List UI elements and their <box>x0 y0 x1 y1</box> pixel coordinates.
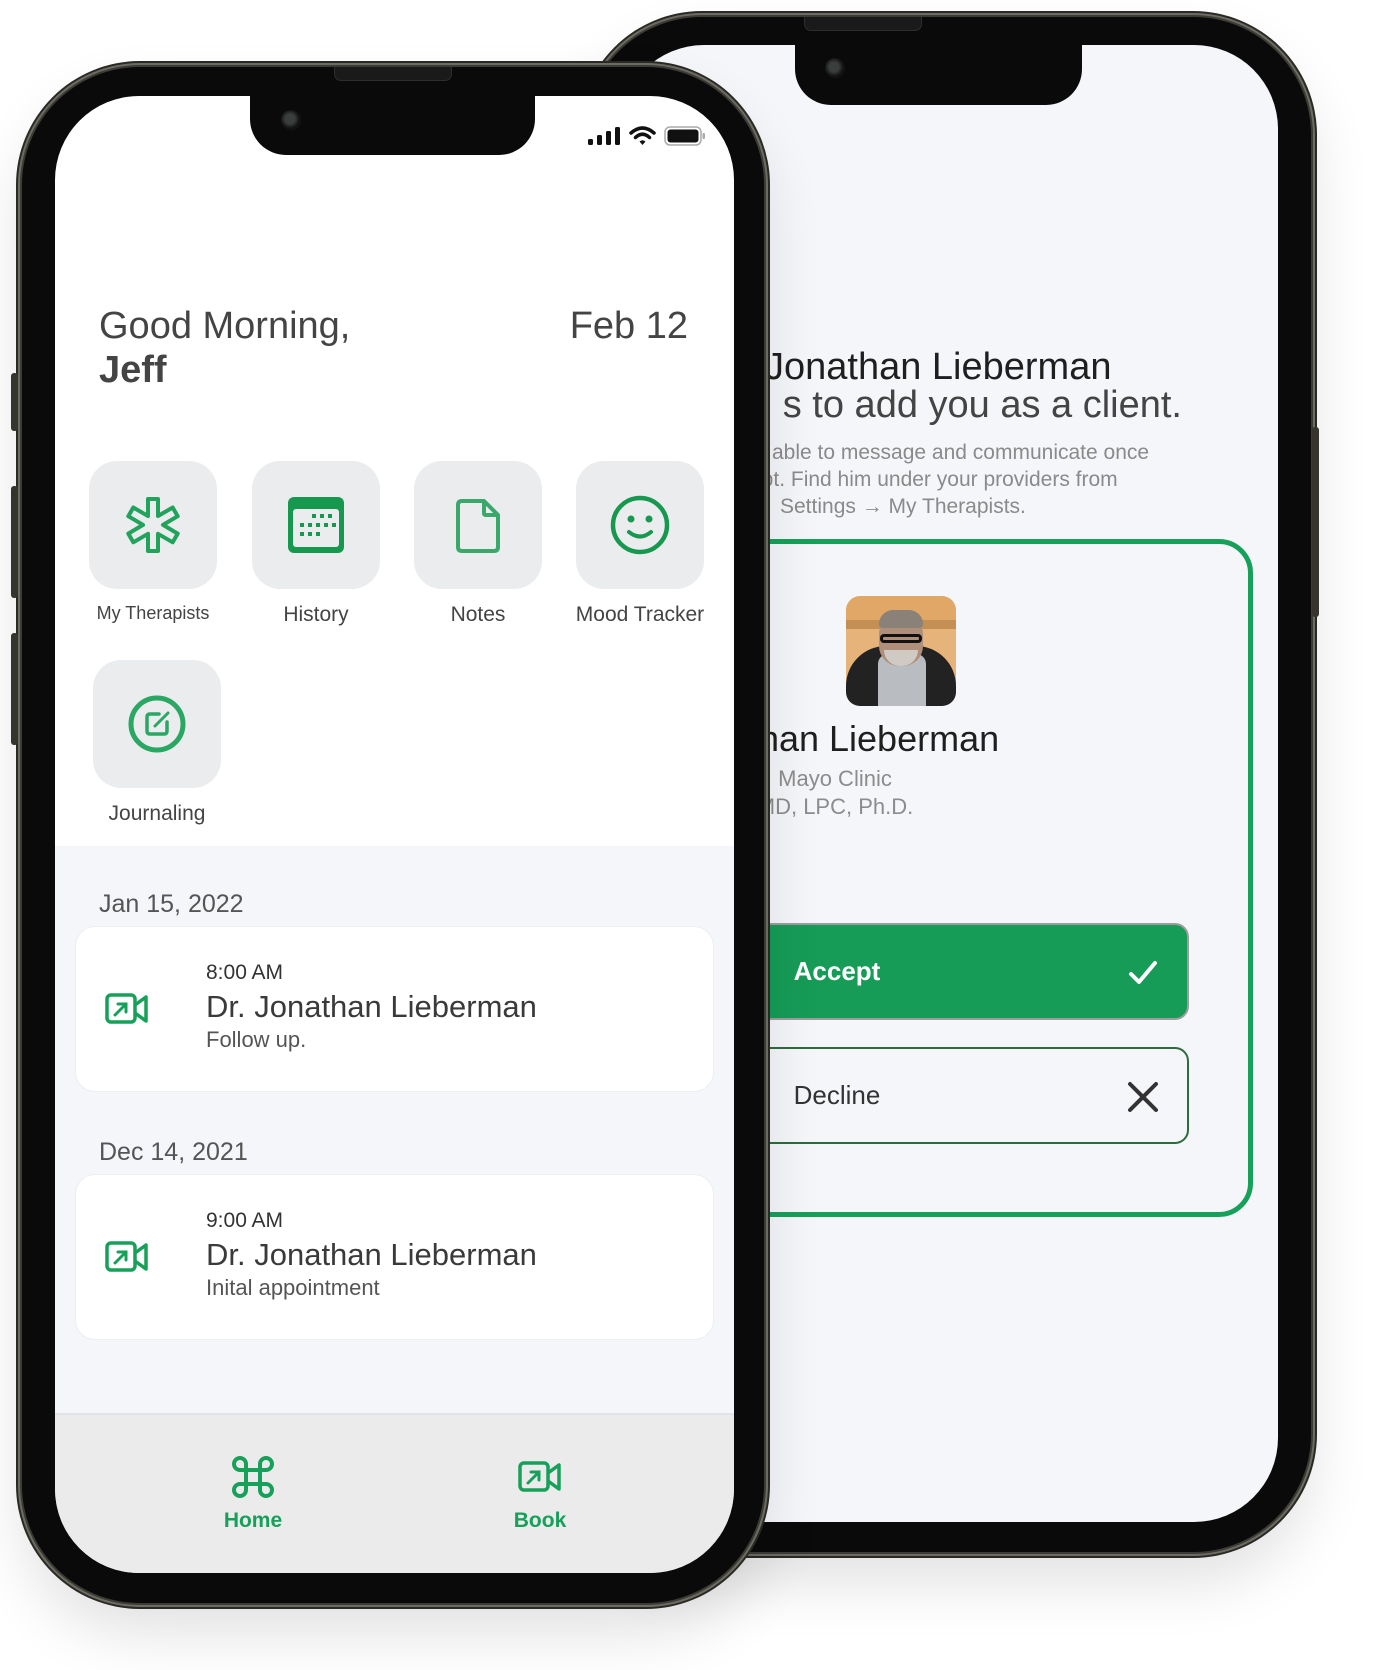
tile-mood-tracker[interactable]: Mood Tracker <box>576 461 704 627</box>
today-date: Feb 12 <box>569 305 688 347</box>
document-icon <box>456 499 500 553</box>
tile-history[interactable]: History <box>252 461 380 627</box>
side-button <box>11 373 18 431</box>
greeting: Good Morning, Jeff <box>99 304 350 392</box>
home-screen: Good Morning, Jeff Feb 12 My Therapists <box>55 96 734 1573</box>
signal-icon <box>588 127 620 145</box>
speaker <box>334 67 452 81</box>
speaker <box>804 17 922 31</box>
close-icon <box>1128 1082 1158 1112</box>
appointment-date: Dec 14, 2021 <box>99 1138 248 1166</box>
therapist-photo <box>846 596 956 706</box>
greeting-text: Good Morning, <box>99 305 351 347</box>
appointment-time: 9:00 AM <box>206 1209 284 1232</box>
tile-label: Mood Tracker <box>575 603 705 626</box>
appointment-note: Follow up. <box>206 1027 307 1052</box>
tile-label: History <box>283 603 349 626</box>
tile-journaling[interactable]: Journaling <box>93 660 221 826</box>
appointments-list: Jan 15, 2022 8:00 AM Dr. Jonathan Lieber… <box>55 846 734 1476</box>
battery-icon <box>664 126 705 146</box>
appointment-doctor: Dr. Jonathan Lieberman <box>206 989 537 1024</box>
invite-description-line: Settings → My Therapists. <box>780 495 1026 518</box>
tile-notes[interactable]: Notes <box>414 461 542 627</box>
side-button <box>11 633 18 745</box>
invite-description-line: able to message and communicate once <box>772 441 1150 464</box>
appointment-card[interactable]: 8:00 AM Dr. Jonathan Lieberman Follow up… <box>75 926 714 1092</box>
video-call-icon <box>518 1461 561 1492</box>
appointment-note: Inital appointment <box>206 1275 380 1300</box>
asterisk-icon <box>126 497 180 553</box>
tab-book[interactable]: Book <box>480 1455 600 1533</box>
user-name: Jeff <box>99 349 167 391</box>
checkmark-icon <box>1129 961 1157 984</box>
side-button <box>11 486 18 598</box>
tile-my-therapists[interactable]: My Therapists <box>89 461 217 624</box>
calendar-icon <box>288 497 344 553</box>
command-icon <box>232 1456 274 1498</box>
smiley-icon <box>610 495 670 555</box>
invite-description-line: ept. Find him under your providers from <box>750 468 1118 491</box>
tile-label: Notes <box>450 603 506 626</box>
notch <box>250 96 535 155</box>
invite-heading-line1: Jonathan Lieberman <box>765 346 1112 388</box>
notch <box>795 45 1082 105</box>
side-button <box>1312 427 1319 617</box>
tab-label: Book <box>513 1509 567 1532</box>
appointment-date: Jan 15, 2022 <box>99 890 244 918</box>
camera-icon <box>281 110 301 130</box>
tile-label: Journaling <box>108 802 206 825</box>
phone-home-screen: Good Morning, Jeff Feb 12 My Therapists <box>11 67 764 1603</box>
status-bar <box>588 126 706 146</box>
video-call-icon <box>105 1241 148 1272</box>
tile-label: My Therapists <box>96 603 210 623</box>
edit-icon <box>128 695 186 753</box>
camera-icon <box>825 58 845 78</box>
appointment-time: 8:00 AM <box>206 961 284 984</box>
tab-label: Home <box>223 1509 283 1532</box>
video-call-icon <box>105 993 148 1024</box>
appointment-doctor: Dr. Jonathan Lieberman <box>206 1237 537 1272</box>
appointment-card[interactable]: 9:00 AM Dr. Jonathan Lieberman Inital ap… <box>75 1174 714 1340</box>
tab-home[interactable]: Home <box>193 1455 313 1533</box>
tab-bar: Home Book <box>55 1413 734 1573</box>
wifi-icon <box>629 126 656 145</box>
